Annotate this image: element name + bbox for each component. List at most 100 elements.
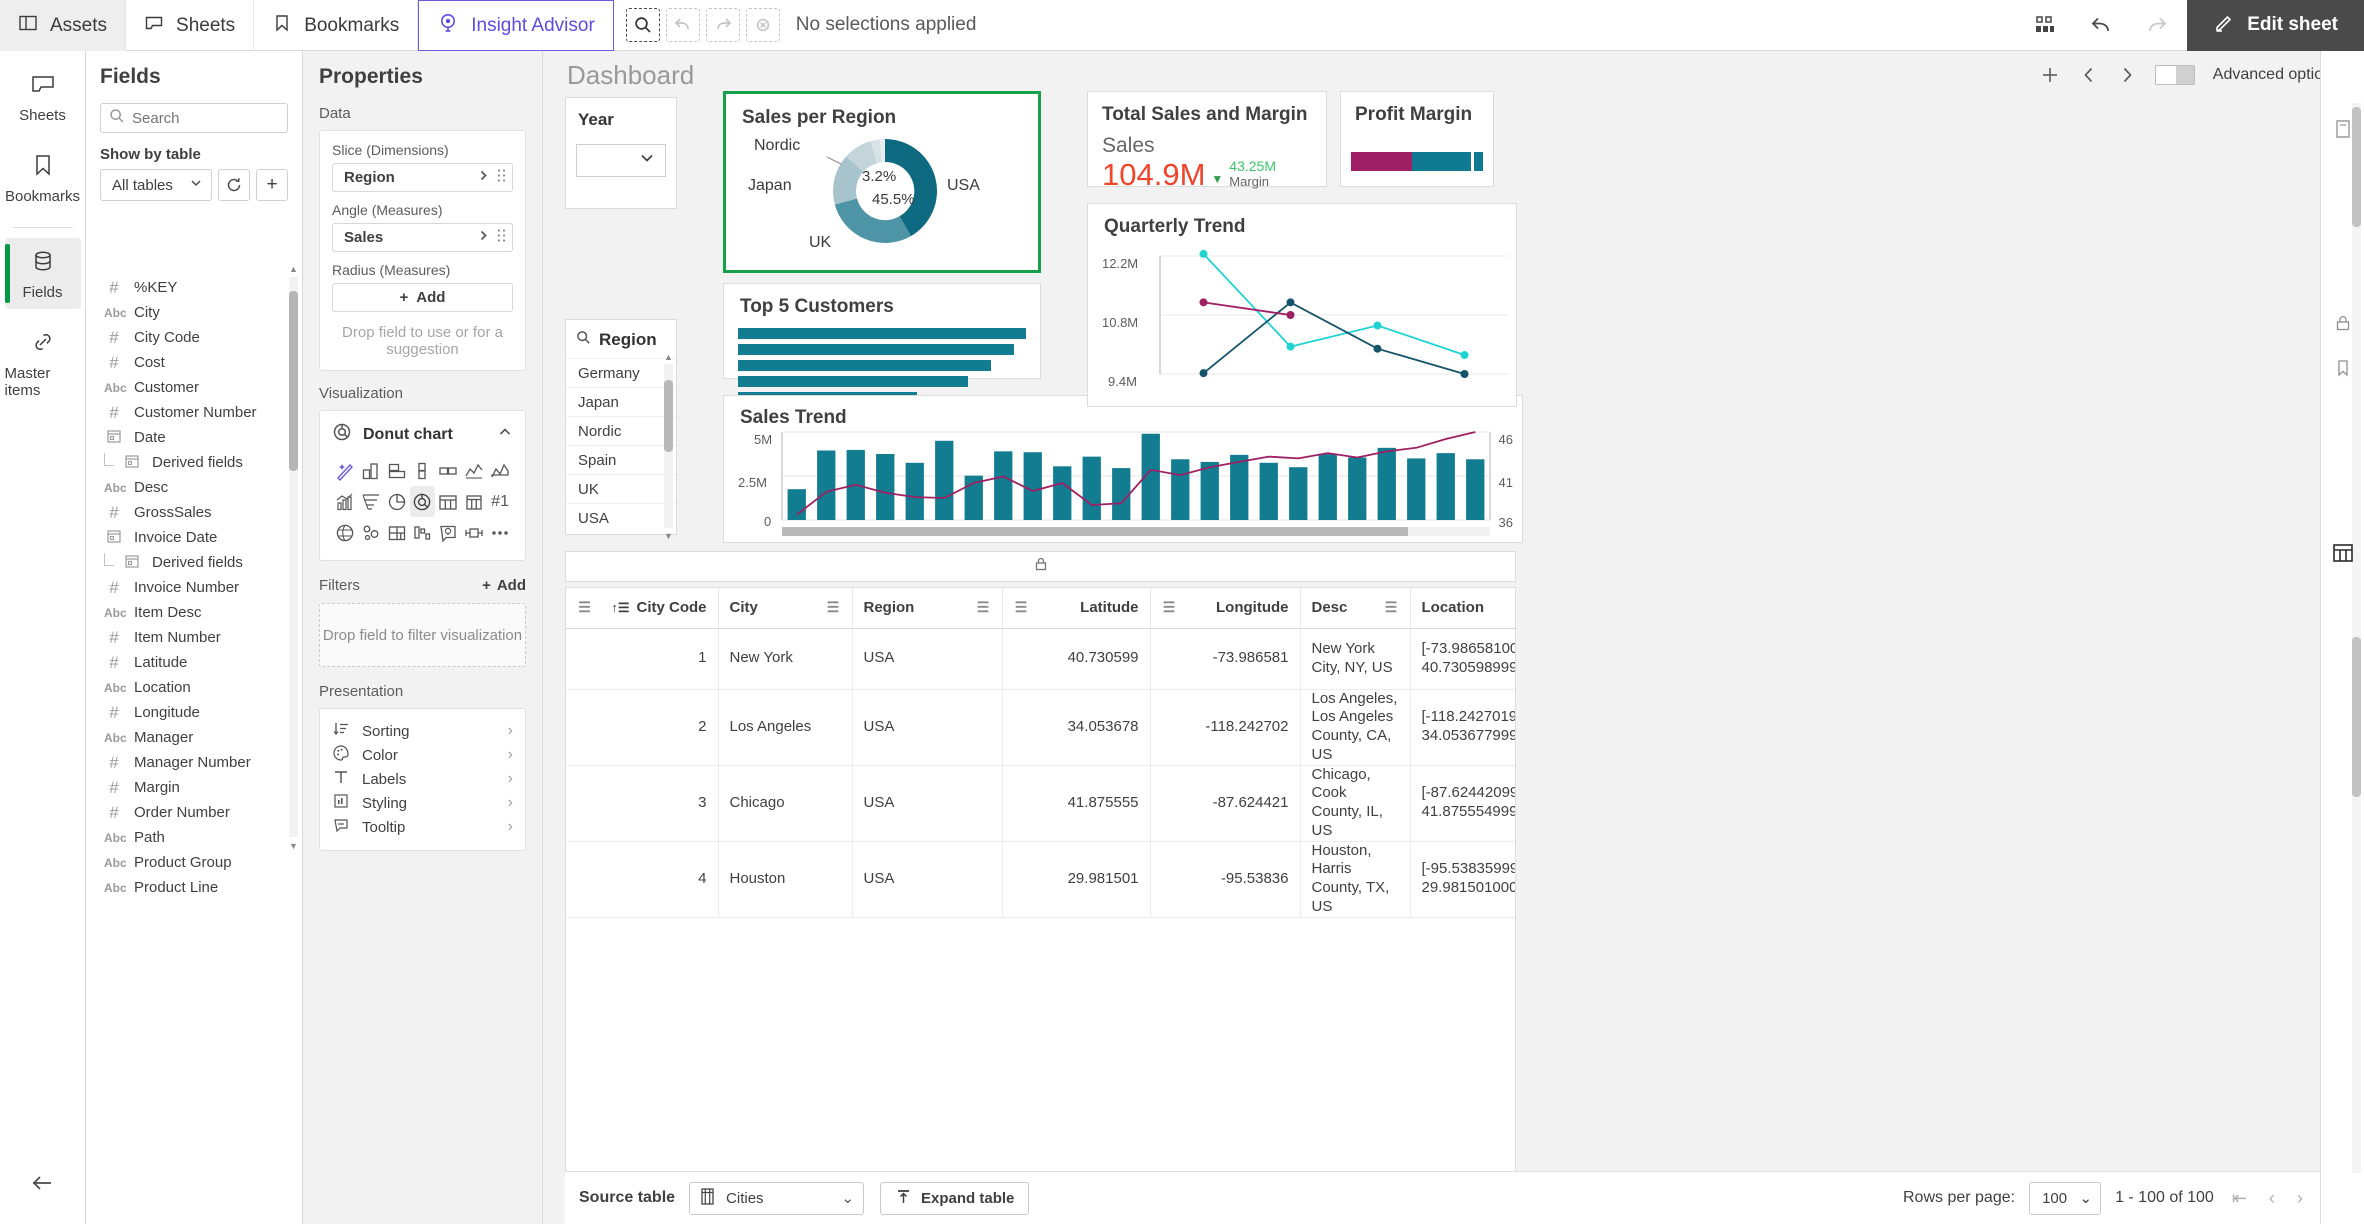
region-item-list[interactable]: Germany Japan Nordic Spain UK USA <box>566 358 676 532</box>
cell-latitude[interactable]: 40.730599 <box>1002 628 1151 690</box>
search-input[interactable] <box>132 109 279 127</box>
presentation-row-tooltip[interactable]: Tooltip › <box>330 815 515 839</box>
cell-region[interactable]: USA <box>852 689 1003 766</box>
field-item[interactable]: Abc Desc <box>86 475 302 500</box>
line-chart-icon[interactable] <box>461 455 487 486</box>
scroll-down-arrow[interactable]: ▼ <box>289 841 298 851</box>
cell-location[interactable]: [-87.624420999999998, 41.875554999999999… <box>1410 765 1515 842</box>
cell-city-code[interactable]: 4 <box>566 841 719 918</box>
cell-city[interactable]: New York <box>718 628 853 690</box>
undo-icon[interactable] <box>2075 0 2127 51</box>
field-item[interactable]: Derived fields <box>86 550 302 575</box>
table-filter-select[interactable]: All tables <box>100 169 212 201</box>
table-row[interactable]: 3 Chicago USA 41.875555 -87.624421 Chicago, C… <box>566 765 1515 842</box>
field-list-scrollbar[interactable]: ▲ ▼ <box>289 264 298 851</box>
prev-sheet-icon[interactable] <box>2079 65 2099 85</box>
top5-bar-chart[interactable] <box>724 318 1040 403</box>
quarterly-trend-widget[interactable]: Quarterly Trend 12.2M 10.8M 9.4M <box>1087 203 1517 407</box>
list-item[interactable]: UK <box>566 474 676 503</box>
field-item[interactable]: Abc Path <box>86 825 302 850</box>
profit-margin-bar[interactable] <box>1351 152 1483 171</box>
column-menu-icon[interactable]: ☰ <box>1014 599 1029 616</box>
box-plot-icon[interactable] <box>435 455 461 486</box>
rail-item-master-items[interactable]: Master items <box>5 319 81 407</box>
cell-city-code[interactable]: 1 <box>566 628 719 690</box>
pie-chart-icon[interactable] <box>384 486 410 517</box>
cell-location[interactable]: [-73.986581000000001, 40.730598999999998… <box>1410 628 1515 690</box>
waterfall-icon[interactable] <box>410 517 436 548</box>
funnel-chart-icon[interactable] <box>358 486 384 517</box>
clear-selection-icon[interactable] <box>745 8 780 42</box>
presentation-row-labels[interactable]: Labels › <box>330 767 515 791</box>
field-item[interactable]: Abc Manager <box>86 725 302 750</box>
table-header-latitude[interactable]: ☰ Latitude <box>1002 588 1151 629</box>
sales-trend-chart[interactable] <box>724 424 1524 539</box>
bar[interactable] <box>738 360 992 371</box>
cell-city-code[interactable]: 3 <box>566 765 719 842</box>
total-sales-margin-widget[interactable]: Total Sales and Margin Sales 104.9M ▼ 43… <box>1087 91 1327 190</box>
add-sheet-icon[interactable] <box>2039 64 2061 86</box>
rail-item-bookmarks[interactable]: Bookmarks <box>5 142 81 213</box>
data-table[interactable]: ☰ ↑☰ City Code City ☰ Region ☰ ☰ Latitud… <box>565 587 1516 1224</box>
field-item[interactable]: Abc Item Desc <box>86 600 302 625</box>
drag-handle-icon[interactable] <box>497 168 506 187</box>
cell-region[interactable]: USA <box>852 628 1003 690</box>
expand-table-button[interactable]: Expand table <box>880 1181 1030 1215</box>
field-item[interactable]: # City Code <box>86 325 302 350</box>
field-item[interactable]: # Latitude <box>86 650 302 675</box>
scroll-down-arrow[interactable]: ▼ <box>664 531 673 541</box>
bar[interactable] <box>738 328 1026 339</box>
cell-desc[interactable]: New York City, NY, US <box>1300 628 1411 690</box>
field-item[interactable]: Abc City <box>86 300 302 325</box>
cell-city[interactable]: Houston <box>718 841 853 918</box>
cell-longitude[interactable]: -87.624421 <box>1150 765 1301 842</box>
filter-dropzone[interactable]: Drop field to filter visualization <box>319 603 526 667</box>
source-table-select[interactable]: Cities ⌄ <box>689 1181 865 1215</box>
sales-trend-widget[interactable]: Sales Trend 5M 2.5M 0 46 41 36 <box>723 395 1523 543</box>
year-filter-widget[interactable]: Year <box>565 97 677 209</box>
cell-location[interactable]: [-95.538359999999997, 29.981501000000002… <box>1410 841 1515 918</box>
field-item[interactable]: Invoice Date <box>86 525 302 550</box>
more-icon[interactable] <box>487 517 513 548</box>
pivot-table-icon[interactable] <box>461 486 487 517</box>
field-item[interactable]: # GrossSales <box>86 500 302 525</box>
table-row[interactable]: 1 New York USA 40.730599 -73.986581 New York … <box>566 628 1515 690</box>
cell-desc[interactable]: Houston, Harris County, TX, US <box>1300 841 1411 918</box>
field-item[interactable]: Abc Product Group <box>86 850 302 875</box>
table-icon[interactable] <box>435 486 461 517</box>
list-item[interactable]: Japan <box>566 387 676 416</box>
cell-city-code[interactable]: 2 <box>566 689 719 766</box>
table-row[interactable]: 4 Houston USA 29.981501 -95.53836 Houston, Ha… <box>566 841 1515 918</box>
chevron-right-icon[interactable] <box>477 229 490 246</box>
drag-handle-icon[interactable] <box>497 228 506 247</box>
field-item[interactable]: # Item Number <box>86 625 302 650</box>
table-view-icon[interactable] <box>2321 531 2364 575</box>
undo-selection-icon[interactable] <box>665 8 700 42</box>
first-page-icon[interactable]: ⇤ <box>2228 1188 2251 1209</box>
column-menu-icon[interactable]: ☰ <box>826 599 841 616</box>
field-item[interactable]: # Order Number <box>86 800 302 825</box>
field-item[interactable]: # Customer Number <box>86 400 302 425</box>
table-header-location[interactable]: Location ☰ <box>1410 588 1515 629</box>
table-header-city-code[interactable]: ☰ ↑☰ City Code <box>566 588 719 629</box>
presentation-row-styling[interactable]: Styling › <box>330 791 515 815</box>
donut-chart-icon[interactable] <box>409 486 436 517</box>
table-header-city[interactable]: City ☰ <box>718 588 853 629</box>
rail-item-sheets[interactable]: Sheets <box>5 61 81 132</box>
cell-location[interactable]: [-118.24270199999999, 34.053677999999998… <box>1410 689 1515 766</box>
sheet-scrollbar-thumb[interactable] <box>2352 107 2361 227</box>
smart-search-icon[interactable] <box>625 8 660 42</box>
year-filter-dropdown[interactable] <box>576 144 666 177</box>
field-item[interactable]: # Margin <box>86 775 302 800</box>
toolbar-item-assets[interactable]: Assets <box>0 0 127 51</box>
column-menu-icon[interactable]: ☰ <box>1384 599 1399 616</box>
field-item[interactable]: Abc Product Line <box>86 875 302 900</box>
quarterly-trend-chart[interactable] <box>1088 242 1518 402</box>
search-icon[interactable] <box>576 330 591 350</box>
cell-longitude[interactable]: -118.242702 <box>1150 689 1301 766</box>
gauge-icon[interactable] <box>461 517 487 548</box>
add-filter-button[interactable]: + Add <box>482 577 526 594</box>
cell-region[interactable]: USA <box>852 765 1003 842</box>
redo-icon[interactable] <box>2131 0 2183 51</box>
scroll-up-arrow[interactable]: ▲ <box>664 352 673 362</box>
